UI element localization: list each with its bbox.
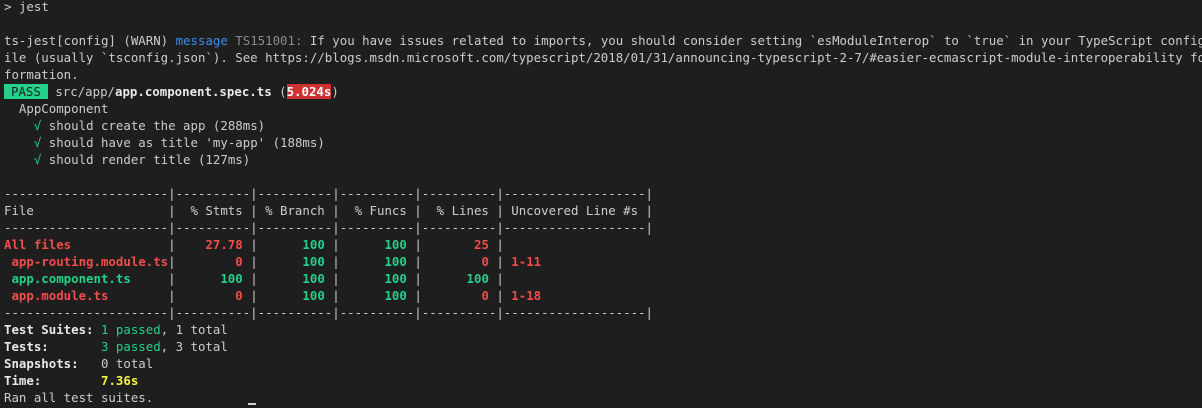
coverage-row: All files | 27.78 | 100 | 100 | 25 | bbox=[4, 237, 504, 252]
result-line: PASS src/app/app.component.spec.ts (5.02… bbox=[4, 83, 1202, 100]
coverage-separator: ----------------------|----------|------… bbox=[4, 305, 654, 320]
test-line: √ should render title (127ms) bbox=[4, 151, 1202, 168]
coverage-lines: 100 bbox=[421, 271, 489, 286]
prompt-line: > jest bbox=[4, 0, 1202, 15]
test-label: should render title (127ms) bbox=[48, 152, 251, 167]
pass-badge: PASS bbox=[4, 84, 48, 99]
coverage-lines: 0 bbox=[421, 288, 489, 303]
warning-text-2: ile (usually `tsconfig.json`). See https… bbox=[4, 50, 1202, 65]
coverage-branch: 100 bbox=[257, 254, 325, 269]
warning-line: ts-jest[config] (WARN) message TS151001:… bbox=[4, 32, 1202, 49]
warning-line: ile (usually `tsconfig.json`). See https… bbox=[4, 49, 1202, 66]
test-label: should create the app (288ms) bbox=[48, 118, 266, 133]
summary-passed: 3 passed bbox=[100, 339, 161, 354]
coverage-uncovered: 1-11 bbox=[503, 254, 542, 269]
coverage-file: app.module.ts bbox=[4, 288, 169, 303]
warning-prefix: ts-jest[config] (WARN) bbox=[4, 33, 169, 48]
coverage-file: app-routing.module.ts bbox=[4, 254, 169, 269]
prompt-command: jest bbox=[18, 0, 49, 14]
prompt-symbol: > bbox=[4, 0, 12, 14]
suite-name: AppComponent bbox=[18, 101, 109, 116]
summary-suites: Test Suites: 1 passed, 1 total bbox=[4, 321, 1202, 338]
summary-label: Snapshots: bbox=[4, 356, 79, 371]
coverage-branch: 100 bbox=[257, 237, 325, 252]
summary-value: 7.36s bbox=[101, 373, 139, 388]
summary-time: Time: 7.36s bbox=[4, 372, 1202, 389]
result-path-file: app.component.spec.ts bbox=[115, 84, 272, 99]
summary-ran: Ran all test suites. bbox=[4, 390, 154, 405]
coverage-row: app-routing.module.ts| 0 | 100 | 100 | 0… bbox=[4, 254, 542, 269]
warning-code: TS151001: bbox=[235, 33, 303, 48]
result-path-dir: src/app/ bbox=[55, 84, 115, 99]
warning-line: formation. bbox=[4, 66, 1202, 83]
warning-label: message bbox=[175, 33, 228, 48]
warning-text-1: If you have issues related to imports, y… bbox=[309, 33, 1202, 48]
coverage-row: app.component.ts | 100 | 100 | 100 | 100… bbox=[4, 271, 504, 286]
coverage-stmts: 27.78 bbox=[175, 237, 243, 252]
summary-label: Test Suites: bbox=[4, 322, 94, 337]
summary-label: Time: bbox=[4, 373, 42, 388]
coverage-lines: 0 bbox=[421, 254, 489, 269]
coverage-funcs: 100 bbox=[339, 271, 407, 286]
test-line: √ should create the app (288ms) bbox=[4, 117, 1202, 134]
coverage-table-body: All files | 27.78 | 100 | 100 | 25 | app… bbox=[4, 236, 1202, 304]
coverage-file: All files bbox=[4, 237, 169, 252]
summary-total: , 1 total bbox=[160, 322, 228, 337]
coverage-branch: 100 bbox=[257, 288, 325, 303]
warning-text-3: formation. bbox=[4, 67, 79, 82]
coverage-stmts: 0 bbox=[175, 254, 243, 269]
summary-snapshots: Snapshots: 0 total bbox=[4, 355, 1202, 372]
summary-passed: 1 passed bbox=[101, 322, 161, 337]
terminal[interactable]: > jest ts-jest[config] (WARN) message TS… bbox=[0, 0, 1202, 406]
coverage-file: app.component.ts bbox=[4, 271, 169, 286]
coverage-stmts: 0 bbox=[175, 288, 243, 303]
summary-total: , 3 total bbox=[160, 339, 228, 354]
coverage-separator: ----------------------|----------|------… bbox=[4, 186, 654, 201]
coverage-header: File | % Stmts | % Branch | % Funcs | % … bbox=[4, 203, 654, 218]
coverage-uncovered: 1-18 bbox=[503, 288, 542, 303]
suite-line: AppComponent bbox=[4, 100, 1202, 117]
coverage-funcs: 100 bbox=[339, 288, 407, 303]
check-icon: √ bbox=[33, 118, 42, 133]
test-line: √ should have as title 'my-app' (188ms) bbox=[4, 134, 1202, 151]
summary-tests: Tests: 3 passed, 3 total bbox=[4, 338, 1202, 355]
coverage-stmts: 100 bbox=[175, 271, 243, 286]
check-icon: √ bbox=[33, 152, 42, 167]
coverage-funcs: 100 bbox=[339, 237, 407, 252]
coverage-separator: ----------------------|----------|------… bbox=[4, 220, 654, 235]
coverage-lines: 25 bbox=[421, 237, 489, 252]
summary-label: Tests: bbox=[4, 339, 49, 354]
coverage-funcs: 100 bbox=[339, 254, 407, 269]
duration-badge: 5.024s bbox=[286, 84, 332, 99]
check-icon: √ bbox=[33, 135, 42, 150]
test-label: should have as title 'my-app' (188ms) bbox=[48, 135, 325, 150]
summary-value: 0 total bbox=[101, 356, 154, 371]
terminal-cursor bbox=[248, 403, 256, 405]
coverage-branch: 100 bbox=[257, 271, 325, 286]
coverage-row: app.module.ts | 0 | 100 | 100 | 0 | 1-18 bbox=[4, 288, 542, 303]
